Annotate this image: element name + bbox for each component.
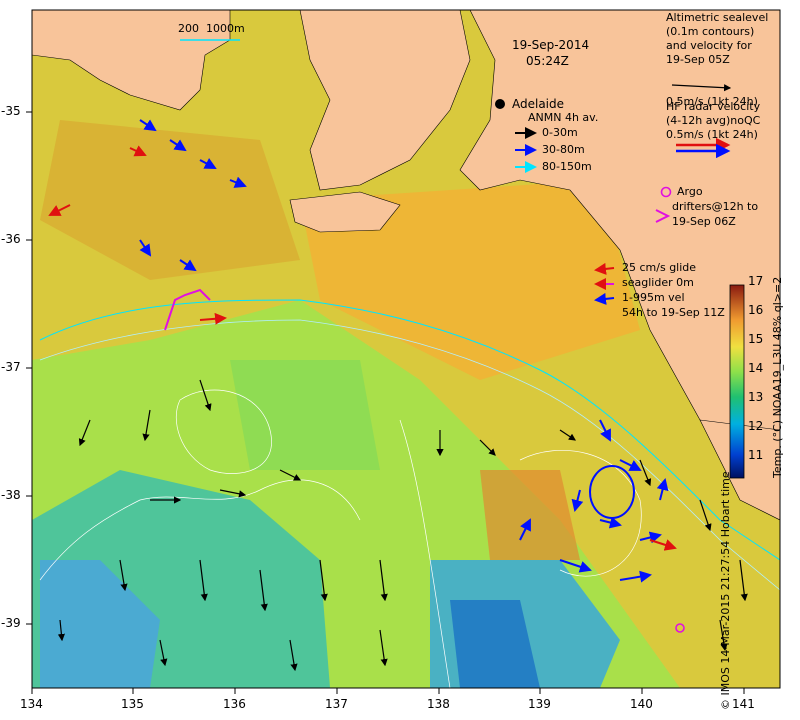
map-time: 05:24Z — [526, 54, 569, 68]
y-tick-label: -39 — [1, 616, 21, 630]
x-tick-label: 137 — [325, 697, 348, 711]
legend-hf-line: 0.5m/s (1kt 24h) — [666, 128, 758, 141]
x-tick-label: 141 — [732, 697, 755, 711]
y-tick-label: -37 — [1, 360, 21, 374]
legend-anmn-title: ANMN 4h av. — [528, 111, 599, 124]
green-patch-central — [230, 360, 380, 470]
legend-anmn-item: 0-30m — [542, 126, 578, 139]
place-adelaide: Adelaide — [512, 97, 565, 111]
legend-altimetric-line: (0.1m contours) — [666, 25, 755, 38]
map-date: 19-Sep-2014 — [512, 38, 590, 52]
adelaide-marker — [495, 99, 505, 109]
x-tick-label: 140 — [630, 697, 653, 711]
colorbar-tick: 12 — [748, 419, 764, 433]
legend-anmn-item: 80-150m — [542, 160, 592, 173]
legend-hf-line: HF radar velocity — [666, 100, 761, 113]
colorbar-tick: 13 — [748, 390, 764, 404]
legend-glider-line: 25 cm/s glide — [622, 261, 697, 274]
x-tick-label: 139 — [528, 697, 551, 711]
x-tick-label: 136 — [223, 697, 246, 711]
legend-glider-line: 1-995m vel — [622, 291, 685, 304]
colorbar-title: Temp. (°C) NOAA19_L3U 48% ql>=2 — [771, 276, 784, 478]
y-tick-label: -38 — [1, 488, 21, 502]
legend-argo-line: Argo — [677, 185, 703, 198]
colorbar-tick: 16 — [748, 303, 764, 317]
colorbar-tick: 11 — [748, 448, 764, 462]
y-tick-label: -35 — [1, 104, 21, 118]
colorbar-tick: 14 — [748, 361, 764, 375]
colorbar-tick: 15 — [748, 332, 764, 346]
imos-credit: © IMOS 14-Mar-2015 21:27:54 Hobart time — [719, 471, 732, 710]
legend-altimetric-line: 19-Sep 05Z — [666, 53, 730, 66]
legend-glider-line: 54h to 19-Sep 11Z — [622, 306, 725, 319]
legend-altimetric-line: and velocity for — [666, 39, 752, 52]
legend-argo-line: drifters@12h to — [672, 200, 759, 213]
legend-glider-line: seaglider 0m — [622, 276, 694, 289]
x-tick-label: 134 — [20, 697, 43, 711]
colorbar — [729, 284, 745, 479]
legend-hf-line: (4-12h avg)noQC — [666, 114, 761, 127]
legend-altimetric-line: Altimetric sealevel — [666, 11, 769, 24]
x-tick-label: 135 — [121, 697, 144, 711]
colorbar-tick: 17 — [748, 274, 764, 288]
y-tick-label: -36 — [1, 232, 21, 246]
scale-bar-label: 200 1000m — [178, 22, 245, 35]
x-tick-label: 138 — [427, 697, 450, 711]
legend-argo-line: 19-Sep 06Z — [672, 215, 736, 228]
legend-anmn-item: 30-80m — [542, 143, 585, 156]
